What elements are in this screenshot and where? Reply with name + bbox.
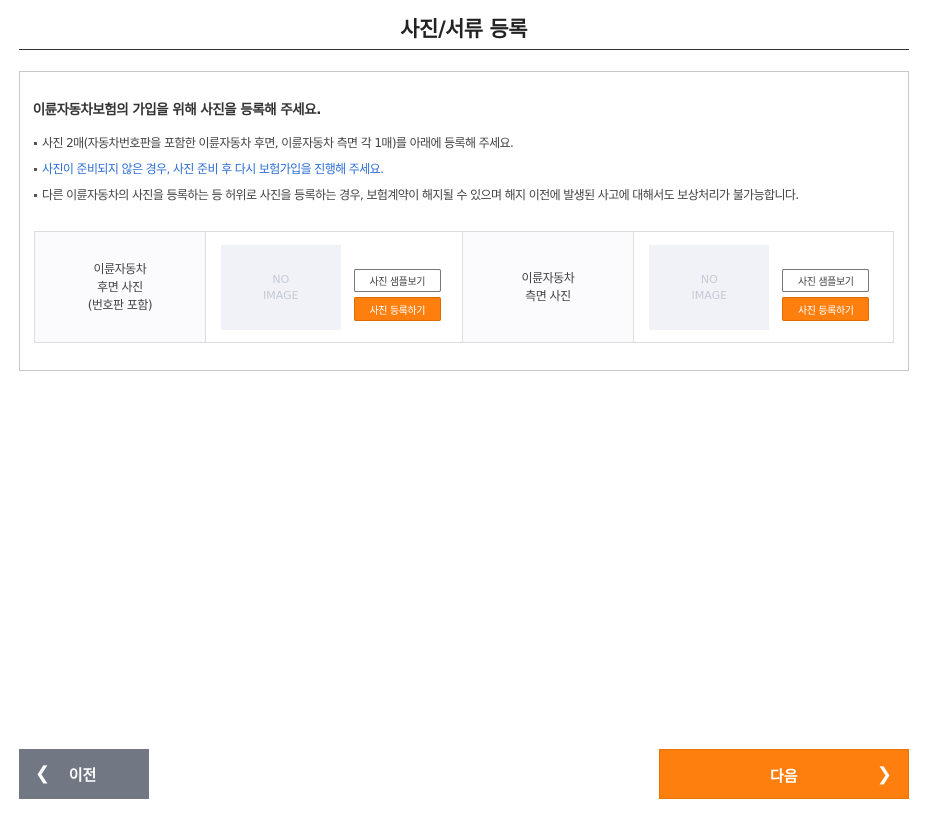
prev-button-label: 이전 — [69, 766, 97, 784]
panel-heading: 이륜자동차보험의 가입을 위해 사진을 등록해 주세요. — [33, 102, 321, 118]
placeholder-text: NO — [272, 272, 290, 286]
placeholder-text: NO — [700, 272, 718, 286]
side-photo-label: 이륜자동차 측면 사진 — [462, 232, 635, 342]
rear-photo-label: 이륜자동차 후면 사진 (번호판 포함) — [35, 232, 206, 342]
title-divider — [19, 49, 909, 50]
chevron-left-icon: ❮ — [35, 763, 51, 784]
placeholder-text: IMAGE — [691, 288, 728, 302]
rear-photo-register-button[interactable]: 사진 등록하기 — [353, 297, 441, 321]
rear-photo-placeholder: NO IMAGE — [220, 245, 341, 330]
notice-item-warning: 다른 이륜자동차의 사진을 등록하는 등 허위로 사진을 등록하는 경우, 보험… — [33, 186, 893, 204]
next-button[interactable]: 다음 ❯ — [659, 749, 909, 799]
notice-item: 사진 2매(자동차번호판을 포함한 이륜자동차 후면, 이륜자동차 측면 각 1… — [33, 134, 893, 152]
side-photo-register-button[interactable]: 사진 등록하기 — [782, 297, 870, 321]
side-photo-sample-button[interactable]: 사진 샘플보기 — [782, 269, 870, 292]
side-photo-label-line: 측면 사진 — [525, 289, 571, 303]
side-photo-cell: NO IMAGE 사진 샘플보기 사진 등록하기 — [634, 232, 893, 342]
rear-photo-label-line: 이륜자동차 — [93, 262, 147, 276]
photo-table: 이륜자동차 후면 사진 (번호판 포함) NO IMAGE 사진 샘플보기 사진… — [34, 231, 894, 343]
chevron-right-icon: ❯ — [876, 764, 892, 785]
rear-photo-sample-button[interactable]: 사진 샘플보기 — [353, 269, 441, 292]
notice-list: 사진 2매(자동차번호판을 포함한 이륜자동차 후면, 이륜자동차 측면 각 1… — [33, 134, 893, 204]
rear-photo-label-line: 후면 사진 — [97, 280, 143, 294]
next-button-label: 다음 — [770, 767, 798, 785]
placeholder-text: IMAGE — [263, 288, 299, 302]
prev-button[interactable]: ❮ 이전 — [19, 749, 149, 799]
side-photo-label-line: 이륜자동차 — [521, 271, 575, 285]
page-title: 사진/서류 등록 — [400, 17, 528, 41]
rear-photo-cell: NO IMAGE 사진 샘플보기 사진 등록하기 — [206, 232, 463, 342]
notice-item-highlight: 사진이 준비되지 않은 경우, 사진 준비 후 다시 보험가입을 진행해 주세요… — [33, 160, 893, 178]
photo-registration-panel: 이륜자동차보험의 가입을 위해 사진을 등록해 주세요. 사진 2매(자동차번호… — [19, 71, 909, 371]
side-photo-placeholder: NO IMAGE — [649, 245, 770, 330]
rear-photo-label-line: (번호판 포함) — [87, 298, 153, 312]
